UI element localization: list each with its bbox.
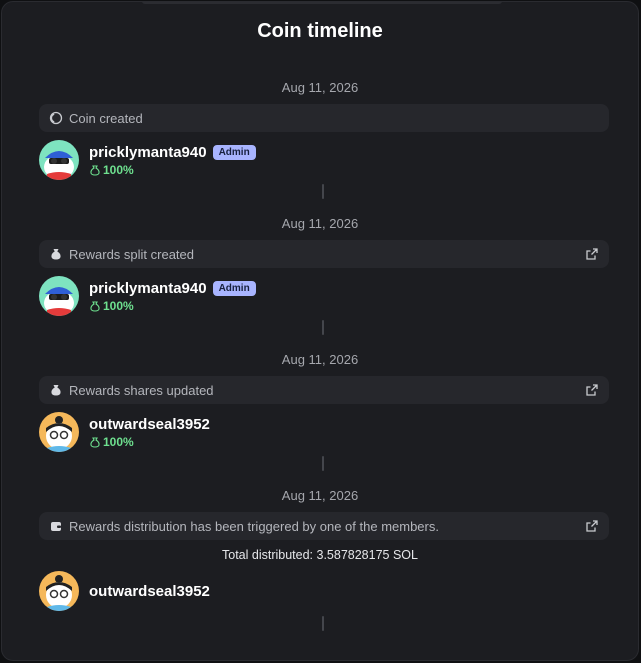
admin-badge: Admin: [212, 280, 256, 296]
timeline-connector: [322, 456, 324, 471]
money-bag-icon: [90, 164, 100, 176]
money-bag-icon: [49, 383, 63, 397]
event-label: Rewards shares updated: [69, 382, 214, 398]
event-label: Coin created: [69, 110, 143, 126]
share-percentage: 100%: [89, 299, 256, 313]
timeline-connector: [322, 616, 324, 631]
money-bag-icon: [90, 300, 100, 312]
timeline-date: Aug 11, 2026: [281, 80, 359, 95]
money-bag-icon: [49, 247, 63, 261]
timeline-connector: [322, 320, 324, 335]
member-name[interactable]: outwardseal3952: [89, 416, 210, 433]
seal-avatar: [39, 412, 79, 452]
coin-timeline-panel: Coin timeline Aug 11, 2026 Coin created …: [1, 1, 639, 661]
member-name[interactable]: pricklymanta940: [89, 280, 207, 297]
member-row: outwardseal3952 100%: [39, 412, 210, 452]
timeline-date: Aug 11, 2026: [281, 488, 359, 503]
event-label: Rewards split created: [69, 246, 194, 262]
external-link-icon[interactable]: [585, 247, 599, 261]
external-link-icon[interactable]: [585, 383, 599, 397]
timeline-date: Aug 11, 2026: [281, 216, 359, 231]
money-bag-icon: [90, 436, 100, 448]
member-name[interactable]: pricklymanta940: [89, 144, 207, 161]
total-distributed: Total distributed: 3.587828175 SOL: [222, 548, 418, 562]
event-row-rewards-distribution: Rewards distribution has been triggered …: [39, 512, 609, 540]
event-row-coin-created: Coin created: [39, 104, 609, 132]
share-percentage: 100%: [89, 163, 256, 177]
event-row-rewards-split-created: Rewards split created: [39, 240, 609, 268]
seal-avatar: [39, 571, 79, 611]
event-row-rewards-shares-updated: Rewards shares updated: [39, 376, 609, 404]
timeline-date: Aug 11, 2026: [281, 352, 359, 367]
member-row: outwardseal3952: [39, 571, 210, 611]
external-link-icon[interactable]: [585, 519, 599, 533]
coin-icon: [49, 111, 63, 125]
timeline-connector: [322, 184, 324, 199]
member-row: pricklymanta940 Admin 100%: [39, 276, 256, 316]
event-label: Rewards distribution has been triggered …: [69, 518, 439, 534]
member-name[interactable]: outwardseal3952: [89, 583, 210, 600]
share-percentage: 100%: [89, 435, 210, 449]
member-row: pricklymanta940 Admin 100%: [39, 140, 256, 180]
page-title: Coin timeline: [257, 20, 383, 42]
admin-badge: Admin: [212, 144, 256, 160]
drag-handle: [142, 2, 502, 4]
manta-avatar: [39, 276, 79, 316]
manta-avatar: [39, 140, 79, 180]
wallet-icon: [49, 519, 63, 533]
